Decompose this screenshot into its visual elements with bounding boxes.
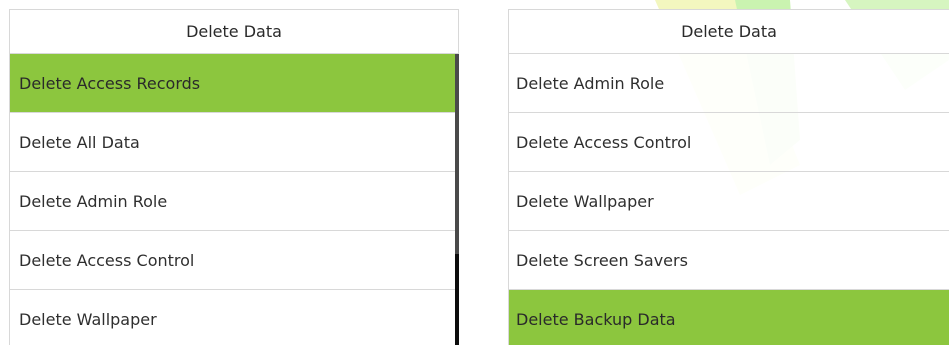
panel-title: Delete Data <box>9 9 459 54</box>
menu-item-delete-access-records[interactable]: Delete Access Records <box>9 54 459 113</box>
menu-list[interactable]: Delete Admin Role Delete Access Control … <box>508 54 949 345</box>
panel-title: Delete Data <box>508 9 949 54</box>
scrollbar-thumb[interactable] <box>455 254 459 345</box>
screen: Delete Data Delete Access Records Delete… <box>0 0 949 345</box>
menu-item-delete-all-data[interactable]: Delete All Data <box>9 113 459 172</box>
menu-item-delete-access-control[interactable]: Delete Access Control <box>9 231 459 290</box>
menu-list[interactable]: Delete Access Records Delete All Data De… <box>9 54 459 345</box>
menu-item-delete-backup-data[interactable]: Delete Backup Data <box>508 290 949 345</box>
menu-item-delete-wallpaper[interactable]: Delete Wallpaper <box>9 290 459 345</box>
menu-item-delete-admin-role[interactable]: Delete Admin Role <box>508 54 949 113</box>
menu-item-delete-access-control[interactable]: Delete Access Control <box>508 113 949 172</box>
right-delete-data-panel: Delete Data Delete Admin Role Delete Acc… <box>508 9 949 345</box>
left-delete-data-panel: Delete Data Delete Access Records Delete… <box>9 9 459 345</box>
menu-item-delete-admin-role[interactable]: Delete Admin Role <box>9 172 459 231</box>
scrollbar-track[interactable] <box>455 54 459 254</box>
menu-item-delete-screen-savers[interactable]: Delete Screen Savers <box>508 231 949 290</box>
menu-item-delete-wallpaper[interactable]: Delete Wallpaper <box>508 172 949 231</box>
